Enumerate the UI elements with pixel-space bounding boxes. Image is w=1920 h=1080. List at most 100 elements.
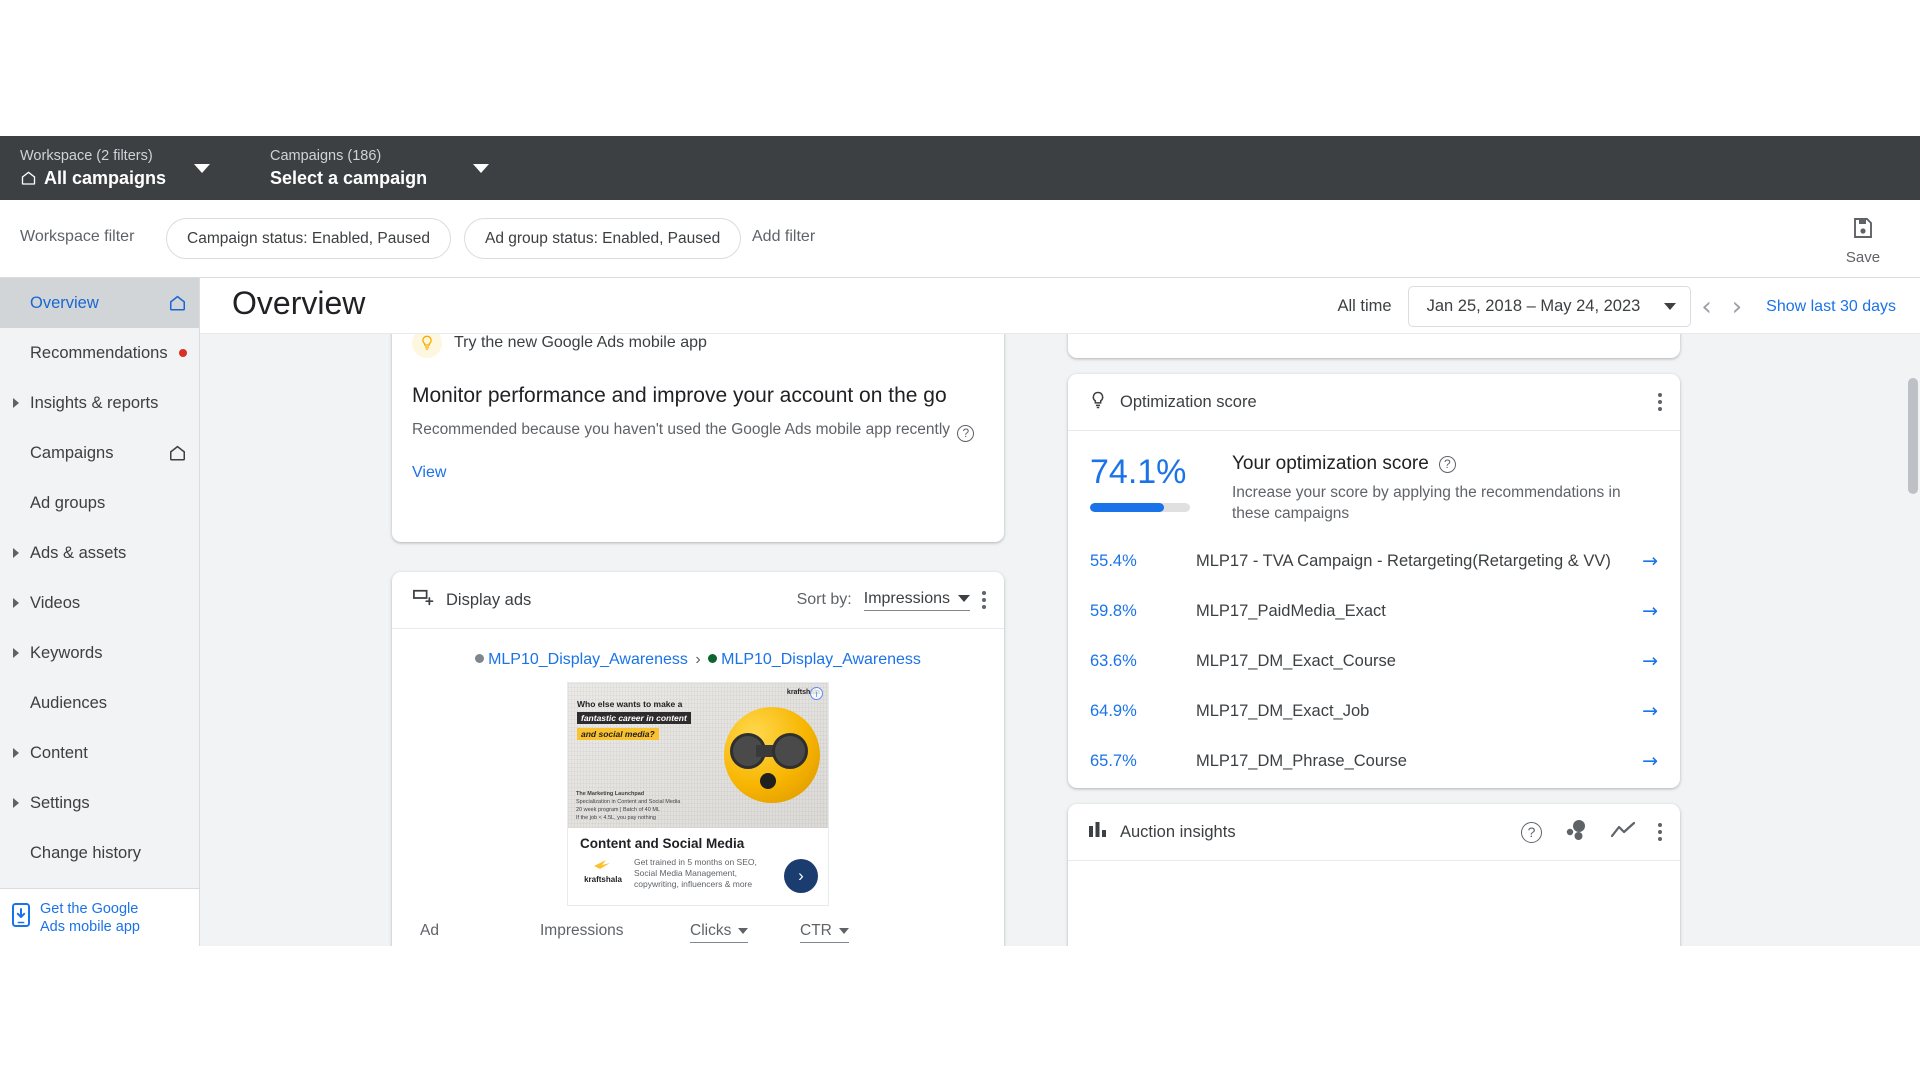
help-icon[interactable]: ? <box>1438 455 1456 473</box>
chevron-down-icon[interactable] <box>194 163 211 173</box>
chevron-down-icon[interactable] <box>473 163 490 173</box>
sidebar-item-label: Keywords <box>30 643 103 662</box>
expand-arrow-icon[interactable] <box>13 748 19 758</box>
sidebar-item-label: Recommendations <box>30 343 168 362</box>
arrow-right-icon[interactable]: → <box>1628 600 1658 622</box>
recommendation-campaign-name: MLP17_DM_Exact_Job <box>1196 701 1370 720</box>
arrow-right-icon[interactable]: → <box>1628 650 1658 672</box>
workspace-selector[interactable]: Workspace (2 filters) All campaigns <box>20 136 211 200</box>
left-sidebar: Overview Recommendations Insights & report… <box>0 278 200 946</box>
show-last-30-days-link[interactable]: Show last 30 days <box>1766 298 1896 316</box>
sidebar-item-change-history[interactable]: Change history <box>0 828 199 878</box>
chevron-down-icon <box>738 928 749 934</box>
binoculars-icon <box>730 733 808 771</box>
save-button[interactable]: Save <box>1828 210 1898 272</box>
sidebar-item-label: Content <box>30 743 88 762</box>
expand-arrow-icon[interactable] <box>13 548 19 558</box>
home-icon <box>168 294 187 312</box>
workspace-name: All campaigns <box>44 168 167 188</box>
sidebar-item-ads-assets[interactable]: Ads & assets <box>0 528 199 578</box>
sidebar-item-overview[interactable]: Overview <box>0 278 199 328</box>
chevron-down-icon <box>838 928 849 934</box>
column-header-clicks[interactable]: Clicks <box>690 922 800 943</box>
workspace-filter-bar: Workspace filter Campaign status: Enable… <box>0 200 1920 278</box>
sidebar-item-recommendations[interactable]: Recommendations <box>0 328 199 378</box>
recommendation-row[interactable]: 64.9% MLP17_DM_Exact_Job → <box>1068 686 1680 736</box>
expand-arrow-icon[interactable] <box>13 398 19 408</box>
bubble-chart-icon[interactable] <box>1564 819 1588 846</box>
mobile-app-recommendation-card: Try the new Google Ads mobile app Monito… <box>392 312 1004 542</box>
bottom-blank-area <box>0 946 1920 1080</box>
line-chart-icon[interactable] <box>1610 820 1636 845</box>
sidebar-item-label: Ad groups <box>30 493 106 512</box>
help-icon[interactable]: ? <box>957 424 975 442</box>
home-icon <box>20 170 37 186</box>
more-options-icon[interactable] <box>1658 823 1662 841</box>
filter-chip-adgroup-status[interactable]: Ad group status: Enabled, Paused <box>464 218 742 259</box>
expand-arrow-icon[interactable] <box>13 798 19 808</box>
recommendation-eyebrow-text: Try the new Google Ads mobile app <box>454 334 707 351</box>
chevron-down-icon <box>1664 303 1677 310</box>
recommendation-row[interactable]: 55.4% MLP17 - TVA Campaign - Retargeting(… <box>1068 536 1680 586</box>
optimization-card-title: Optimization score <box>1120 392 1257 411</box>
optimization-card-header: Optimization score <box>1068 374 1680 431</box>
filter-chip-campaign-status[interactable]: Campaign status: Enabled, Paused <box>166 218 451 259</box>
auction-card-header: Auction insights ? <box>1068 804 1680 861</box>
breadcrumb-adgroup-link[interactable]: MLP10_Display_Awareness <box>721 651 921 668</box>
column-header-ctr[interactable]: CTR <box>800 922 900 943</box>
recommendation-score: 59.8% <box>1090 601 1137 620</box>
recommendation-row[interactable]: 59.8% MLP17_PaidMedia_Exact → <box>1068 586 1680 636</box>
breadcrumb-campaign-link[interactable]: MLP10_Display_Awareness <box>488 651 688 668</box>
account-bar: Workspace (2 filters) All campaigns Camp… <box>0 136 1920 336</box>
display-ads-card-header: Display ads Sort by: Impressions <box>392 572 1004 629</box>
help-icon[interactable]: ? <box>1521 821 1542 843</box>
sidebar-item-videos[interactable]: Videos <box>0 578 199 628</box>
ad-creative-preview[interactable]: kraftshala i Who else wants to make a fa… <box>567 682 829 906</box>
recommendation-rows: 55.4% MLP17 - TVA Campaign - Retargeting(… <box>1068 536 1680 786</box>
mobile-app-label: Get the Google Ads mobile app <box>40 900 140 935</box>
optimization-summary: 74.1% Your optimization score ? Increase… <box>1068 431 1680 524</box>
page-scrollbar-thumb[interactable] <box>1908 378 1918 494</box>
column-header-ad: Ad <box>420 922 439 939</box>
sidebar-item-ad-groups[interactable]: Ad groups <box>0 478 199 528</box>
sidebar-item-label: Videos <box>30 593 81 612</box>
sidebar-item-insights-reports[interactable]: Insights & reports <box>0 378 199 428</box>
next-period-button[interactable]: › <box>1722 294 1752 320</box>
sidebar-item-content[interactable]: Content <box>0 728 199 778</box>
get-mobile-app-link[interactable]: Get the Google Ads mobile app <box>0 888 199 946</box>
sidebar-item-label: Ads & assets <box>30 543 127 562</box>
creative-cta-button[interactable]: › <box>784 859 818 893</box>
recommendation-score: 64.9% <box>1090 701 1137 720</box>
bar-chart-icon <box>1088 821 1108 844</box>
expand-arrow-icon[interactable] <box>13 648 19 658</box>
save-disk-icon <box>1851 216 1875 245</box>
page-scrollbar-track[interactable] <box>1906 278 1920 946</box>
optimization-heading: Your optimization score ? <box>1232 453 1658 475</box>
creative-line-2: fantastic career in content <box>577 712 691 724</box>
expand-arrow-icon[interactable] <box>13 598 19 608</box>
sidebar-item-audiences[interactable]: Audiences <box>0 678 199 728</box>
optimization-score-card: Optimization score 74.1% Your optimizati… <box>1068 374 1680 788</box>
ad-info-badge-icon[interactable]: i <box>810 687 823 700</box>
arrow-right-icon[interactable]: → <box>1628 550 1658 572</box>
creative-description: Get trained in 5 months on SEO, Social M… <box>634 857 757 889</box>
campaign-selector[interactable]: Campaigns (186) Select a campaign <box>270 136 490 200</box>
dashboard-scroll-area[interactable]: Try the new Google Ads mobile app Monito… <box>200 286 1920 946</box>
date-range-picker[interactable]: Jan 25, 2018 – May 24, 2023 <box>1407 286 1692 327</box>
sort-by-select[interactable]: Impressions <box>863 590 970 611</box>
sidebar-item-keywords[interactable]: Keywords <box>0 628 199 678</box>
main-content: Overview All time Jan 25, 2018 – May 24,… <box>200 278 1920 946</box>
breadcrumb-separator: › <box>695 651 701 668</box>
arrow-right-icon[interactable]: → <box>1628 750 1658 772</box>
recommendation-row[interactable]: 65.7% MLP17_DM_Phrase_Course → <box>1068 736 1680 786</box>
previous-period-button[interactable]: ‹ <box>1691 294 1721 320</box>
arrow-right-icon[interactable]: → <box>1628 700 1658 722</box>
more-options-icon[interactable] <box>1658 393 1662 411</box>
sidebar-item-settings[interactable]: Settings <box>0 778 199 828</box>
add-filter-button[interactable]: Add filter <box>752 228 815 246</box>
sidebar-item-campaigns[interactable]: Campaigns <box>0 428 199 478</box>
date-range-controls: All time Jan 25, 2018 – May 24, 2023 ‹ ›… <box>1337 286 1906 327</box>
more-options-icon[interactable] <box>982 591 986 609</box>
recommendation-row[interactable]: 63.6% MLP17_DM_Exact_Course → <box>1068 636 1680 686</box>
recommendation-view-link[interactable]: View <box>392 442 466 482</box>
